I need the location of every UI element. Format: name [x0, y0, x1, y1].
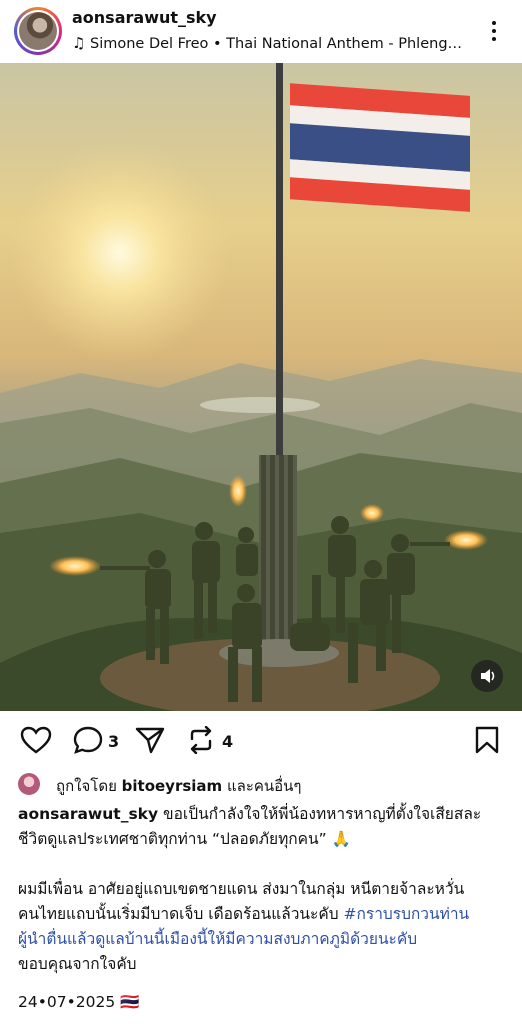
avatar-image [19, 12, 57, 50]
send-icon[interactable] [135, 726, 165, 754]
caption-line: ขอเป็นกำลังใจให้พี่น้องทหารหาญที่ตั้งใจเ… [163, 805, 482, 823]
speaker-icon[interactable] [471, 660, 503, 692]
comment-icon[interactable] [73, 726, 103, 754]
hashtag-link[interactable]: #กราบรบกวนท่าน [344, 905, 470, 923]
music-title: Simone Del Freo • Thai National Anthem -… [90, 36, 462, 52]
action-bar: 3 4 [0, 712, 522, 768]
more-vertical-icon[interactable] [484, 18, 504, 44]
heart-icon[interactable] [20, 726, 52, 754]
repost-icon[interactable] [186, 726, 216, 754]
comments-count: 3 [108, 732, 120, 751]
reposts-count: 4 [222, 732, 234, 751]
bookmark-icon[interactable] [474, 726, 500, 754]
post-image[interactable] [0, 63, 522, 711]
hashtag-link[interactable]: ผู้นำตื่นแล้วดูแลบ้านนี้เมืองนี้ให้มีควา… [18, 927, 510, 952]
caption-line: คนไทยแถบนั้นเริ่มมีบาดเจ็บ เดือดร้อนแล้ว… [18, 905, 339, 923]
caption-line: ขอบคุณจากใจคับ [18, 955, 137, 973]
post-date: 24•07•2025 🇹🇭 [18, 993, 140, 1011]
caption-username[interactable]: aonsarawut_sky [18, 805, 158, 823]
music-info[interactable]: ♫ Simone Del Freo • Thai National Anthem … [72, 34, 462, 52]
username[interactable]: aonsarawut_sky [72, 8, 217, 27]
liked-by-avatar [18, 773, 40, 795]
music-note-icon: ♫ [72, 34, 86, 52]
caption-line: ชีวิตดูแลประเทศชาติทุกท่าน “ปลอดภัยทุกคน… [18, 830, 351, 848]
liked-by-user[interactable]: bitoeyrsiam [122, 777, 223, 795]
avatar[interactable] [14, 7, 62, 55]
post-caption: aonsarawut_sky ขอเป็นกำลังใจให้พี่น้องทห… [18, 802, 510, 977]
liked-by-text: ถูกใจโดย bitoeyrsiam และคนอื่นๆ [56, 777, 302, 795]
post-header: aonsarawut_sky ♫ Simone Del Freo • Thai N… [0, 0, 522, 62]
caption-line: ผมมีเพื่อน อาศัยอยู่แถบเขตชายแดน ส่งมาใน… [18, 880, 465, 898]
